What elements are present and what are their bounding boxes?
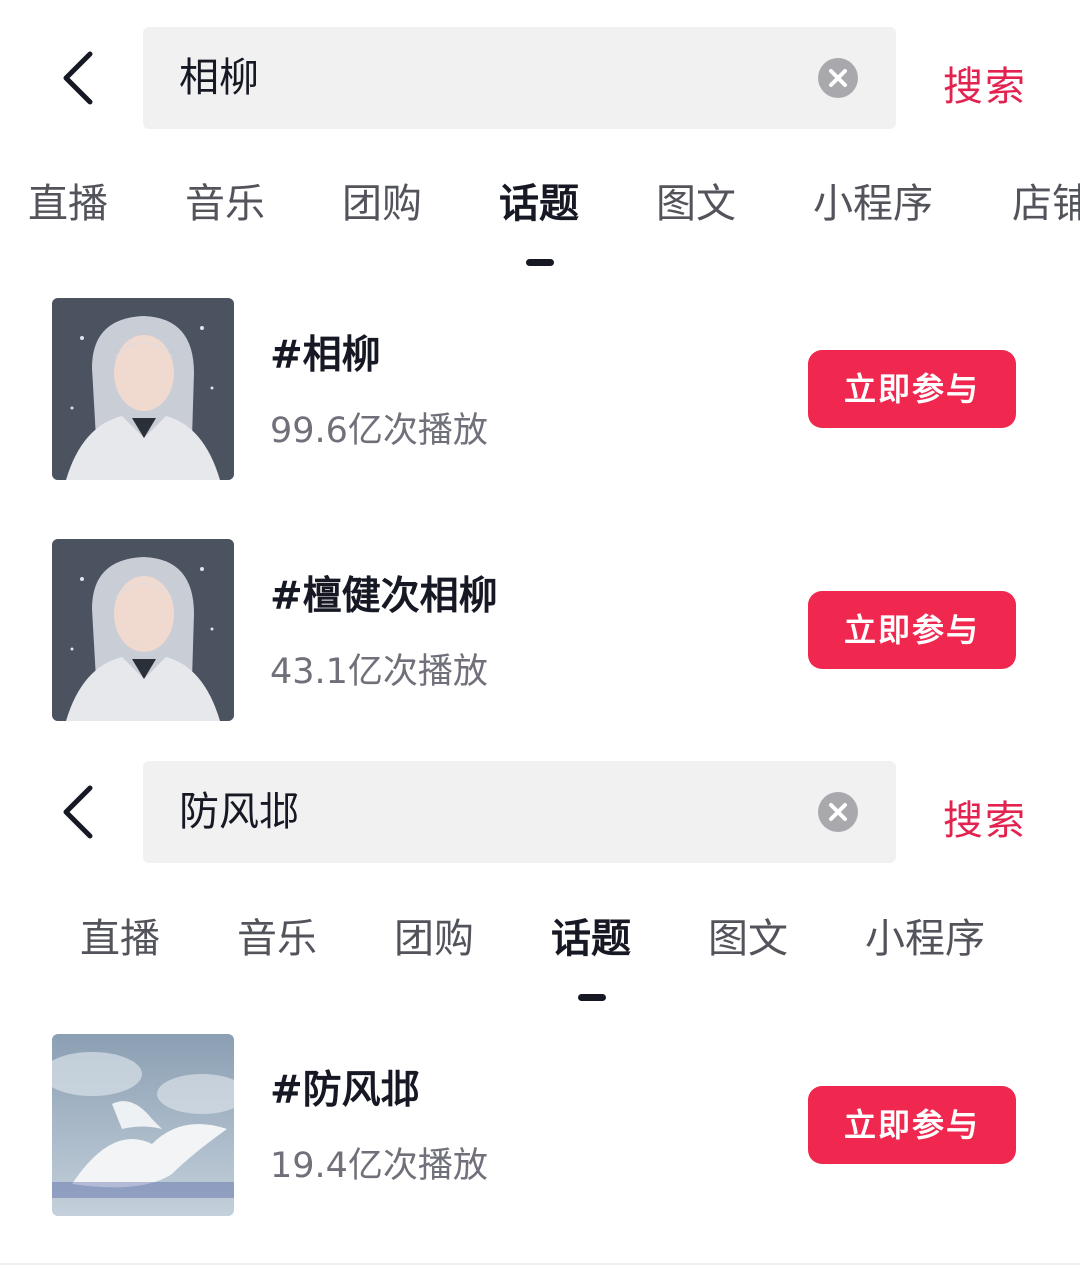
active-tab-indicator [578,994,606,1001]
clear-icon [829,803,847,821]
tab-mini-programs[interactable]: 小程序 [813,180,933,228]
search-query: 相柳 [179,55,259,101]
tab-live[interactable]: 直播 [80,915,160,963]
active-tab-indicator [526,259,554,266]
tab-group-buy[interactable]: 团购 [342,180,422,228]
clear-search-button[interactable] [818,58,858,98]
play-count: 43.1亿次播放 [270,652,488,692]
clear-search-button[interactable] [818,792,858,832]
search-input[interactable]: 防风邶 [143,761,896,863]
back-button[interactable] [52,48,112,108]
tab-shops[interactable]: 店铺 [1012,180,1080,228]
topic-title: #檀健次相柳 [270,574,498,619]
topic-thumbnail [52,1034,234,1216]
tab-topics[interactable]: 话题 [499,180,579,228]
topic-title: #防风邶 [270,1068,420,1113]
back-button[interactable] [52,782,112,842]
search-query: 防风邶 [179,789,299,835]
tab-music[interactable]: 音乐 [237,915,317,963]
portrait-icon [52,539,234,721]
play-count: 99.6亿次播放 [270,411,488,451]
chevron-left-icon [63,51,93,105]
join-button[interactable]: 立即参与 [808,1086,1016,1164]
tab-mini-programs[interactable]: 小程序 [865,915,985,963]
topic-title: #相柳 [270,333,381,378]
topic-thumbnail [52,298,234,480]
tab-topics[interactable]: 话题 [551,915,631,963]
join-button[interactable]: 立即参与 [808,350,1016,428]
tab-group-buy[interactable]: 团购 [394,915,474,963]
bottom-divider [0,1263,1080,1265]
search-button[interactable]: 搜索 [943,788,1027,846]
portrait-icon [52,298,234,480]
white-bird-icon [52,1034,234,1216]
tab-live[interactable]: 直播 [28,180,108,228]
tab-posts[interactable]: 图文 [656,180,736,228]
chevron-left-icon [63,785,93,839]
tab-posts[interactable]: 图文 [708,915,788,963]
tab-shops-clip: 店铺 [1012,180,1080,236]
search-input[interactable]: 相柳 [143,27,896,129]
topic-thumbnail [52,539,234,721]
search-button[interactable]: 搜索 [943,54,1027,112]
join-button[interactable]: 立即参与 [808,591,1016,669]
tab-music[interactable]: 音乐 [185,180,265,228]
play-count: 19.4亿次播放 [270,1146,488,1186]
clear-icon [829,69,847,87]
